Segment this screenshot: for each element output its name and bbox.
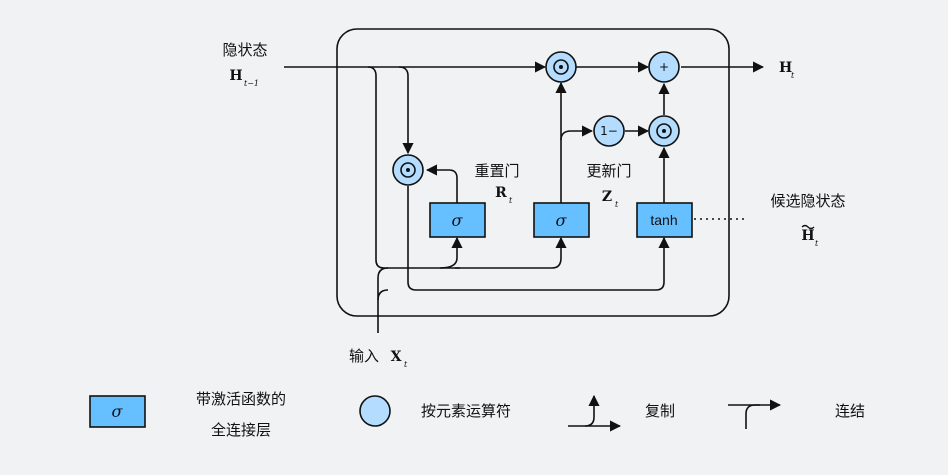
- hidden-prev-label: 隐状态 H t−1: [222, 41, 267, 88]
- output-label: H t: [779, 60, 795, 80]
- reset-gate-label: 重置门 R t: [474, 162, 519, 205]
- reset-mul-down: [407, 186, 670, 291]
- legend-fc-line1: 带激活函数的: [196, 390, 286, 408]
- update-sigma-text: σ: [556, 211, 568, 230]
- tanh-text: tanh: [650, 212, 677, 228]
- one-minus-op: 1−: [593, 115, 625, 147]
- input-sub: t: [404, 360, 408, 369]
- plus-text: +: [659, 60, 669, 74]
- reset-gate-text: 重置门: [474, 162, 519, 180]
- bottom-multiply-op: [648, 115, 680, 147]
- xt-up-line: [377, 267, 389, 333]
- update-symbol: Z: [602, 189, 612, 205]
- connections: [284, 61, 765, 333]
- concat-to-reset: [439, 236, 463, 269]
- input-text: 输入: [349, 347, 379, 365]
- update-gate-label: 更新门 Z t: [586, 162, 631, 209]
- hprev-to-reset-mul: [398, 66, 414, 155]
- legend: σ 带激活函数的 全连接层 按元素运算符 复制 连结: [89, 390, 865, 439]
- gru-diagram: σ σ tanh + 1− 隐状态 H t−1 H t 重置门 R t 更新门 …: [0, 0, 948, 475]
- candidate-sub: t: [815, 239, 819, 248]
- tanh-box: tanh: [636, 202, 693, 238]
- reset-sub: t: [509, 196, 513, 205]
- update-gate-text: 更新门: [586, 162, 631, 180]
- legend-fc: σ 带激活函数的 全连接层: [89, 390, 286, 439]
- update-gate-box: σ: [533, 202, 590, 238]
- candidate-state-text: 候选隐状态: [770, 192, 845, 210]
- concat-to-update: [455, 236, 567, 269]
- candidate-symbol: H: [801, 228, 814, 244]
- legend-concat-label: 连结: [835, 402, 865, 420]
- legend-copy: 复制: [568, 394, 675, 432]
- reset-gate-box: σ: [429, 202, 486, 238]
- candidate-label: 候选隐状态 H t: [770, 192, 845, 248]
- reset-sigma-to-mul: [425, 164, 458, 203]
- reset-symbol: R: [495, 185, 507, 201]
- reset-multiply-op: [392, 154, 424, 186]
- plus-op: +: [648, 51, 680, 83]
- legend-concat: 连结: [728, 399, 865, 429]
- legend-elementwise-label: 按元素运算符: [421, 402, 511, 420]
- legend-copy-label: 复制: [645, 402, 675, 420]
- input-label: 输入 X t: [349, 347, 408, 369]
- diagram-canvas: σ σ tanh + 1− 隐状态 H t−1 H t 重置门 R t 更新门 …: [89, 28, 865, 439]
- legend-fc-symbol: σ: [112, 402, 124, 421]
- update-to-oneminus: [560, 125, 594, 141]
- hidden-prev-symbol: H: [229, 68, 242, 84]
- top-multiply-op: [545, 51, 577, 83]
- xt-branch-top: [377, 289, 389, 301]
- hidden-prev-sub: t−1: [244, 79, 259, 88]
- output-sub: t: [791, 71, 795, 80]
- update-sub: t: [615, 200, 619, 209]
- legend-elementwise: 按元素运算符: [359, 395, 511, 427]
- legend-fc-line2: 全连接层: [211, 421, 271, 439]
- one-minus-text: 1−: [600, 124, 618, 138]
- input-symbol: X: [391, 349, 402, 365]
- reset-sigma-text: σ: [452, 211, 464, 230]
- hidden-state-text: 隐状态: [222, 41, 267, 59]
